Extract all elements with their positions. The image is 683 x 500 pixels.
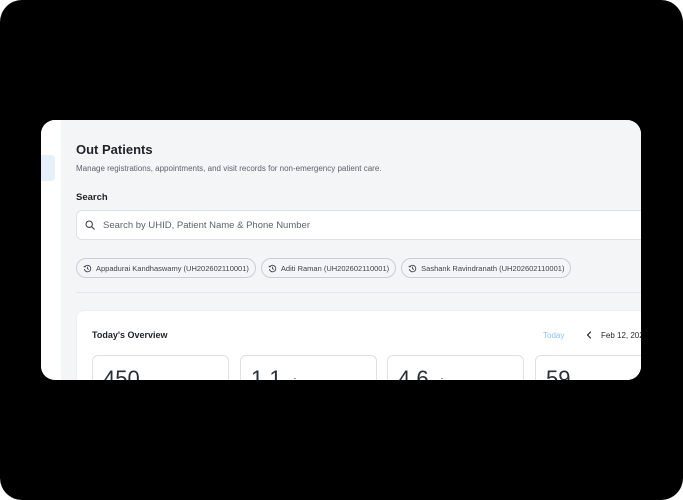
stat-unit: min [432,377,450,380]
stat-value-wrap: 1.1min [251,366,302,380]
date-label[interactable]: Feb 12, 2026 [601,331,641,340]
recent-search-chip[interactable]: Sashank Ravindranath (UH202602110001) [401,258,572,278]
page-subtitle: Manage registrations, appointments, and … [76,164,382,173]
recent-search-chip[interactable]: Appadurai Kandhaswamy (UH202602110001) [76,258,256,278]
stat-value-wrap: 450 [103,366,143,380]
section-divider [76,292,641,293]
search-input[interactable] [103,218,603,232]
stat-unit: min [285,377,303,380]
stat-card: 4.6min [387,355,524,380]
search-icon [85,220,95,230]
recent-searches: Appadurai Kandhaswamy (UH202602110001) A… [76,258,576,278]
main-content: Out Patients Manage registrations, appoi… [61,120,641,380]
history-icon [83,264,92,272]
history-icon [408,264,417,272]
stat-card: 59 [535,355,641,380]
recent-search-label: Appadurai Kandhaswamy (UH202602110001) [96,263,249,273]
screen-frame: Out Patients Manage registrations, appoi… [0,0,683,500]
stat-value-wrap: 4.6min [398,366,449,380]
search-box[interactable] [76,210,641,240]
overview-title: Today's Overview [92,330,168,340]
stat-value: 1.1 [251,366,282,380]
recent-search-label: Aditi Raman (UH202602110001) [280,263,390,273]
stat-value: 4.6 [398,366,429,380]
recent-search-chip[interactable]: Aditi Raman (UH202602110001) [260,258,397,278]
recent-search-label: Sashank Ravindranath (UH202602110001) [421,263,565,273]
app-window: Out Patients Manage registrations, appoi… [41,120,641,380]
overview-card: Today's Overview Today Feb 12, 2026 450 … [76,310,641,380]
page-title: Out Patients [76,142,153,157]
chevron-left-icon[interactable] [585,330,593,340]
sidebar-item-active[interactable] [41,155,55,181]
stat-card: 1.1min [240,355,377,380]
search-label: Search [76,192,108,203]
today-button[interactable]: Today [543,331,564,340]
sidebar [41,120,61,380]
history-icon [268,264,277,272]
stat-card: 450 [92,355,229,380]
stat-value: 450 [103,366,140,380]
stat-value: 59 [546,366,571,380]
stat-value-wrap: 59 [546,366,573,380]
